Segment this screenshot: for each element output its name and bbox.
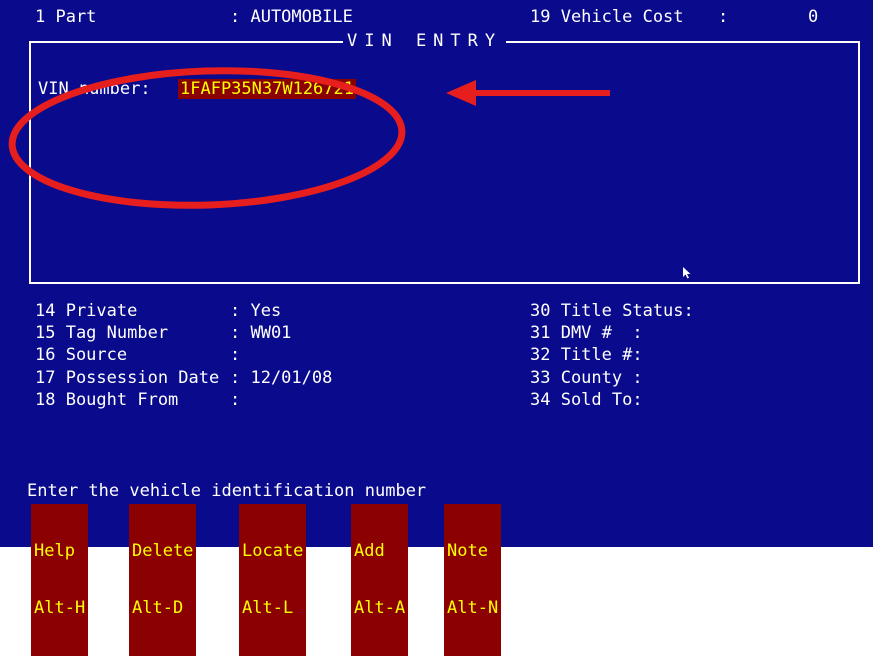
vin-number-label: VIN number:	[38, 79, 151, 99]
possession-date-value[interactable]: : 12/01/08	[230, 368, 332, 388]
sold-to-field[interactable]: 34 Sold To:	[530, 390, 643, 410]
add-key-shortcut: Alt-A	[354, 598, 406, 618]
part-value: : AUTOMOBILE	[230, 7, 353, 27]
delete-key-label: Delete	[132, 541, 194, 561]
vin-entry-title: VIN ENTRY	[343, 31, 507, 51]
dmv-number-field[interactable]: 31 DMV # :	[530, 323, 643, 343]
note-key-button[interactable]: Note Alt-N	[444, 504, 502, 656]
locate-key-shortcut: Alt-L	[242, 598, 294, 618]
terminal-screen: 1 Part : AUTOMOBILE 19 Vehicle Cost : 0 …	[0, 0, 873, 656]
help-key-label: Help	[34, 541, 75, 561]
bought-from-label: 18 Bought From	[35, 390, 179, 410]
bought-from-value[interactable]: :	[230, 390, 240, 410]
vin-entry-panel	[29, 41, 860, 284]
mouse-pointer-icon	[683, 267, 691, 279]
private-value[interactable]: : Yes	[230, 301, 281, 321]
add-key-button[interactable]: Add Alt-A	[351, 504, 409, 656]
locate-key-button[interactable]: Locate Alt-L	[239, 504, 307, 656]
delete-key-button[interactable]: Delete Alt-D	[129, 504, 197, 656]
title-number-field[interactable]: 32 Title #:	[530, 345, 643, 365]
help-key-button[interactable]: Help Alt-H	[31, 504, 89, 656]
note-key-shortcut: Alt-N	[447, 598, 499, 618]
private-label: 14 Private	[35, 301, 138, 321]
vehicle-cost-value: 0	[808, 7, 819, 27]
note-key-label: Note	[447, 541, 488, 561]
delete-key-shortcut: Alt-D	[132, 598, 184, 618]
status-line: Enter the vehicle identification number	[27, 481, 427, 501]
source-label: 16 Source	[35, 345, 128, 365]
tag-number-value[interactable]: : WW01	[230, 323, 291, 343]
vin-number-input[interactable]: 1FAFP35N37W126721	[178, 79, 356, 99]
title-status-field[interactable]: 30 Title Status:	[530, 301, 694, 321]
vehicle-cost-colon: :	[718, 7, 729, 27]
source-value[interactable]: :	[230, 345, 240, 365]
locate-key-label: Locate	[242, 541, 304, 561]
possession-date-label: 17 Possession Date	[35, 368, 220, 388]
part-label: 1 Part	[35, 7, 97, 27]
help-key-shortcut: Alt-H	[34, 598, 86, 618]
add-key-label: Add	[354, 541, 385, 561]
tag-number-label: 15 Tag Number	[35, 323, 169, 343]
vehicle-cost-label: 19 Vehicle Cost	[530, 7, 684, 27]
county-field[interactable]: 33 County :	[530, 368, 643, 388]
